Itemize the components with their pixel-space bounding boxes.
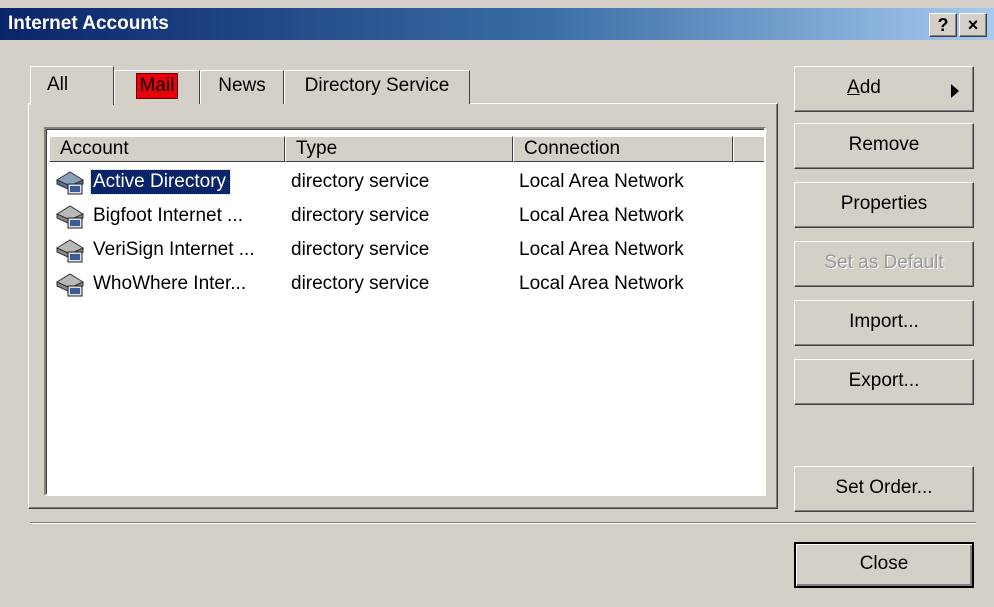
account-connection: Local Area Network <box>519 205 684 226</box>
account-name: Bigfoot Internet ... <box>93 205 243 226</box>
right-triangle-icon <box>951 84 959 98</box>
column-header-extra[interactable] <box>733 136 764 162</box>
account-name: Active Directory <box>89 169 232 195</box>
directory-service-icon <box>55 171 85 195</box>
directory-service-icon <box>55 273 85 297</box>
remove-button[interactable]: Remove <box>794 123 974 169</box>
column-header-account[interactable]: Account <box>49 136 285 162</box>
directory-service-icon <box>55 239 85 263</box>
list-item[interactable]: VeriSign Internet ... directory service … <box>51 234 751 268</box>
accounts-list-inner: Account Type Connection Active Directory… <box>46 129 764 494</box>
set-order-button[interactable]: Set Order... <box>794 466 974 512</box>
tab-mail-label: Mail <box>135 73 179 99</box>
account-name: VeriSign Internet ... <box>93 239 255 260</box>
properties-button[interactable]: Properties <box>794 182 974 228</box>
separator-line <box>30 522 976 524</box>
tab-directory-service[interactable]: Directory Service <box>284 70 470 104</box>
column-header-connection[interactable]: Connection <box>513 136 733 162</box>
close-window-button[interactable]: × <box>959 13 987 37</box>
account-type: directory service <box>291 273 430 294</box>
account-type: directory service <box>291 171 430 192</box>
account-name: WhoWhere Inter... <box>93 273 247 294</box>
account-connection: Local Area Network <box>519 239 684 260</box>
set-as-default-button[interactable]: Set as Default <box>794 241 974 287</box>
list-item[interactable]: Active Directory directory service Local… <box>51 166 751 200</box>
close-button[interactable]: Close <box>794 542 974 588</box>
column-header-type[interactable]: Type <box>285 136 513 162</box>
account-type: directory service <box>291 239 430 260</box>
tab-news[interactable]: News <box>200 70 284 104</box>
add-button[interactable]: Add <box>794 66 974 112</box>
top-strip <box>0 0 994 8</box>
add-button-accelerator: A <box>847 77 860 98</box>
tab-mail[interactable]: Mail <box>114 70 200 104</box>
account-type: directory service <box>291 205 430 226</box>
tab-all[interactable]: All <box>30 66 114 105</box>
add-button-label: dd <box>859 77 881 98</box>
accounts-list[interactable]: Account Type Connection Active Directory… <box>44 127 766 496</box>
title-bar[interactable]: Internet Accounts ? × <box>0 8 994 40</box>
help-button[interactable]: ? <box>929 13 957 37</box>
list-item[interactable]: WhoWhere Inter... directory service Loca… <box>51 268 751 302</box>
directory-service-icon <box>55 205 85 229</box>
window-title: Internet Accounts <box>8 13 169 34</box>
account-connection: Local Area Network <box>519 171 684 192</box>
account-connection: Local Area Network <box>519 273 684 294</box>
export-button[interactable]: Export... <box>794 359 974 405</box>
list-item[interactable]: Bigfoot Internet ... directory service L… <box>51 200 751 234</box>
import-button[interactable]: Import... <box>794 300 974 346</box>
